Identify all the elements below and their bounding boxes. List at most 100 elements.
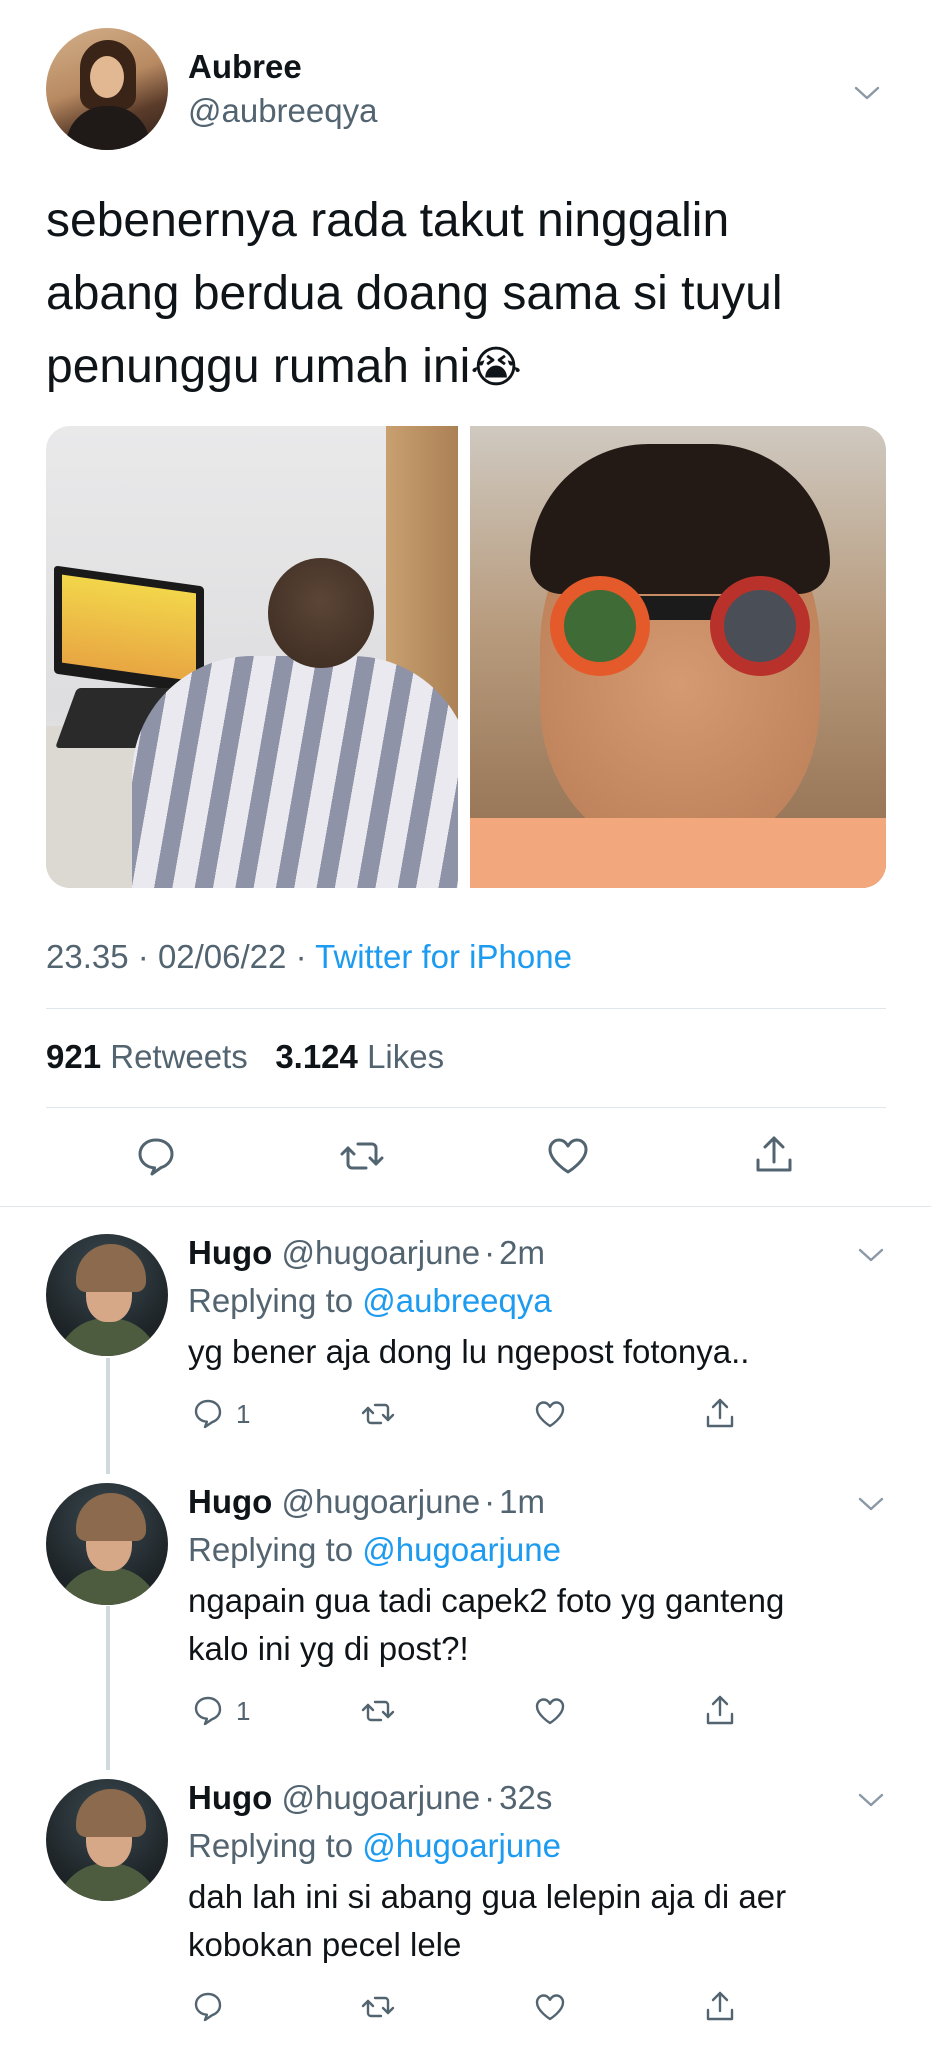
reply-action-bar: 1 xyxy=(188,1691,888,1731)
tweet-action-bar xyxy=(46,1128,886,1184)
reply-time: 2m xyxy=(499,1234,545,1271)
tweet-text-segment: penunggu rumah ini xyxy=(46,340,471,393)
reply-text-line: dah lah ini si abang gua lelepin aja di … xyxy=(188,1878,787,1915)
reply-text-line: yg bener aja dong lu ngepost fotonya.. xyxy=(188,1333,750,1370)
chevron-down-icon[interactable] xyxy=(856,1240,886,1270)
share-icon xyxy=(706,1695,734,1725)
reply-icon xyxy=(194,1399,222,1429)
meta-separator: · xyxy=(295,938,316,975)
reply-icon xyxy=(194,1992,222,2022)
crying-face-emoji: 😭 xyxy=(470,342,522,393)
likes-count: 3.124 xyxy=(275,1038,358,1075)
retweet-icon xyxy=(340,1142,384,1170)
like-icon xyxy=(535,1994,565,2021)
share-icon xyxy=(706,1991,734,2021)
reply-author-handle[interactable]: @hugoarjune xyxy=(281,1779,480,1816)
meta-separator: · xyxy=(137,938,158,975)
reply-author-name[interactable]: Hugo xyxy=(188,1779,272,1816)
reply-button[interactable] xyxy=(128,1128,184,1184)
reply-author-handle[interactable]: @hugoarjune xyxy=(281,1234,480,1271)
meta-separator: · xyxy=(484,1779,496,1816)
like-button[interactable] xyxy=(530,1394,570,1434)
chevron-down-icon[interactable] xyxy=(856,1489,886,1519)
chevron-down-icon[interactable] xyxy=(852,78,882,108)
replying-to-mention[interactable]: @hugoarjune xyxy=(362,1827,561,1864)
reply-text: yg bener aja dong lu ngepost fotonya.. xyxy=(188,1328,878,1376)
reply-author-handle[interactable]: @hugoarjune xyxy=(281,1483,480,1520)
tweet-date: 02/06/22 xyxy=(157,938,287,975)
like-icon xyxy=(548,1138,588,1174)
meta-separator: · xyxy=(484,1234,496,1271)
replying-to-label: Replying to xyxy=(188,1282,354,1319)
replying-to-mention[interactable]: @aubreeqya xyxy=(362,1282,551,1319)
thread-connector xyxy=(106,1358,110,1474)
media-photo-boy-glasses[interactable] xyxy=(470,426,886,888)
share-icon xyxy=(706,1398,734,1428)
tweet-text: sebenernya rada takut ninggalin abang be… xyxy=(46,184,886,404)
tweet-text-line: penunggu rumah ini😭 xyxy=(46,330,886,404)
likes-stat[interactable]: 3.124 Likes xyxy=(275,1038,444,1075)
tweet-source-link[interactable]: Twitter for iPhone xyxy=(315,938,572,975)
replying-to-mention[interactable]: @hugoarjune xyxy=(362,1531,561,1568)
tweet-time: 23.35 xyxy=(46,938,129,975)
tweet-text-line: abang berdua doang sama si tuyul xyxy=(46,267,783,320)
author-handle[interactable]: @aubreeqya xyxy=(188,92,377,130)
avatar[interactable] xyxy=(46,1234,168,1356)
tweet-detail-page: Aubree @aubreeqya sebenernya rada takut … xyxy=(0,0,931,2048)
reply-text-line: kalo ini yg di post?! xyxy=(188,1630,469,1667)
like-button[interactable] xyxy=(530,1987,570,2027)
share-button[interactable] xyxy=(746,1128,802,1184)
reply-author-name[interactable]: Hugo xyxy=(188,1234,272,1271)
thread-connector xyxy=(106,1606,110,1770)
reply-time: 1m xyxy=(499,1483,545,1520)
reply-time: 32s xyxy=(499,1779,553,1816)
divider xyxy=(0,1206,931,1207)
tweet-media xyxy=(46,426,886,888)
reply-author-name[interactable]: Hugo xyxy=(188,1483,272,1520)
retweets-label: Retweets xyxy=(110,1038,248,1075)
media-photo-baby-laptop[interactable] xyxy=(46,426,458,888)
retweet-button[interactable] xyxy=(358,1394,398,1434)
like-icon xyxy=(535,1401,565,1428)
retweet-icon xyxy=(361,1403,395,1425)
share-button[interactable] xyxy=(700,1691,740,1731)
tweet-text-line: sebenernya rada takut ninggalin xyxy=(46,194,730,247)
avatar[interactable] xyxy=(46,28,168,150)
retweet-button[interactable] xyxy=(358,1691,398,1731)
reply-button[interactable]: 1 xyxy=(188,1394,250,1434)
avatar[interactable] xyxy=(46,1779,168,1901)
reply-button[interactable] xyxy=(188,1987,236,2027)
like-icon xyxy=(535,1698,565,1725)
avatar[interactable] xyxy=(46,1483,168,1605)
retweet-button[interactable] xyxy=(358,1987,398,2027)
replying-to: Replying to @aubreeqya xyxy=(188,1282,552,1320)
reply-header: Hugo @hugoarjune · 2m xyxy=(188,1234,545,1272)
replying-to-label: Replying to xyxy=(188,1827,354,1864)
reply-action-bar xyxy=(188,1987,888,2027)
main-tweet-header: Aubree @aubreeqya xyxy=(46,28,886,150)
share-button[interactable] xyxy=(700,1394,740,1434)
chevron-down-icon[interactable] xyxy=(856,1785,886,1815)
retweet-button[interactable] xyxy=(334,1128,390,1184)
reply-icon xyxy=(138,1138,174,1176)
share-icon xyxy=(756,1136,792,1172)
reply-action-bar: 1 xyxy=(188,1394,888,1434)
like-button[interactable] xyxy=(530,1691,570,1731)
replying-to-label: Replying to xyxy=(188,1531,354,1568)
reply-text-line: ngapain gua tadi capek2 foto yg ganteng xyxy=(188,1582,785,1619)
retweets-stat[interactable]: 921 Retweets xyxy=(46,1038,248,1075)
reply-text-line: kobokan pecel lele xyxy=(188,1926,462,1963)
likes-label: Likes xyxy=(367,1038,445,1075)
share-button[interactable] xyxy=(700,1987,740,2027)
replying-to: Replying to @hugoarjune xyxy=(188,1827,561,1865)
divider xyxy=(46,1008,886,1009)
divider xyxy=(46,1107,886,1108)
like-button[interactable] xyxy=(540,1128,596,1184)
reply-icon xyxy=(194,1696,222,1726)
tweet-stats: 921 Retweets 3.124 Likes xyxy=(46,1038,444,1076)
meta-separator: · xyxy=(484,1483,496,1520)
reply-button[interactable]: 1 xyxy=(188,1691,250,1731)
retweet-icon xyxy=(361,1700,395,1722)
reply-header: Hugo @hugoarjune · 1m xyxy=(188,1483,545,1521)
author-name[interactable]: Aubree xyxy=(188,48,302,86)
